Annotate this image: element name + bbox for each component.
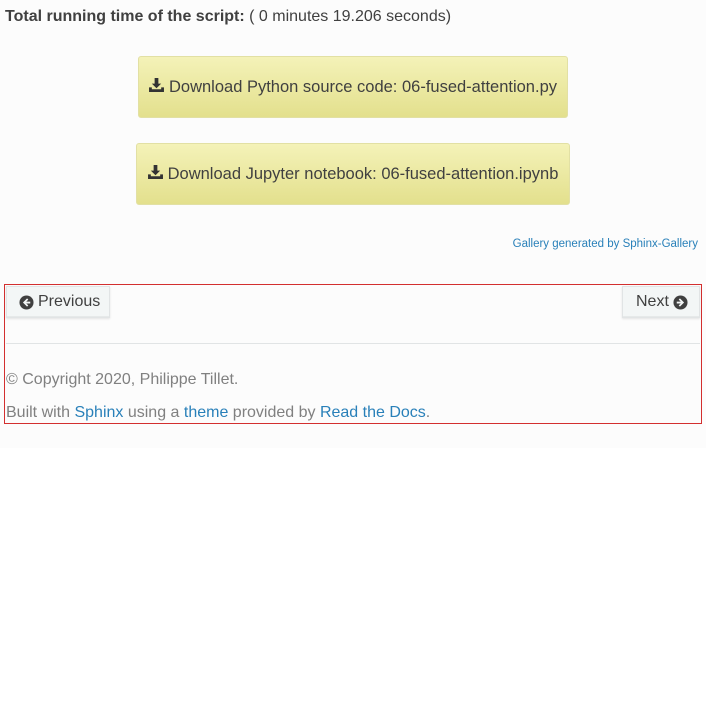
download-icon	[147, 165, 163, 179]
download-notebook-button[interactable]: Download Jupyter notebook: 06-fused-atte…	[136, 143, 570, 205]
runtime-text: Total running time of the script: ( 0 mi…	[5, 8, 451, 26]
copyright-text: © Copyright 2020, Philippe Tillet.	[6, 371, 239, 388]
previous-button[interactable]: Previous	[6, 286, 110, 318]
theme-link[interactable]: theme	[184, 404, 228, 421]
download-python-button[interactable]: Download Python source code: 06-fused-at…	[138, 56, 568, 118]
next-label: Next	[636, 293, 669, 310]
period-text: .	[425, 404, 431, 421]
using-a-text: using a	[123, 404, 184, 421]
arrow-circle-left-icon	[19, 294, 34, 310]
built-with-text: Built with Sphinx using a theme provided…	[6, 404, 430, 422]
footer-divider	[6, 343, 700, 344]
footer: Previous Next © Copyright 2020, Philippe…	[4, 284, 702, 424]
sphinx-link[interactable]: Sphinx	[74, 404, 123, 421]
download-notebook-label: Download Jupyter notebook: 06-fused-atte…	[167, 164, 559, 183]
download-python-label: Download Python source code: 06-fused-at…	[169, 77, 557, 96]
runtime-value: ( 0 minutes 19.206 seconds)	[244, 8, 452, 25]
gallery-credit-link[interactable]: Gallery generated by Sphinx-Gallery	[513, 238, 698, 250]
runtime-label: Total running time of the script:	[5, 8, 245, 25]
next-button[interactable]: Next	[622, 286, 700, 318]
built-with-prefix: Built with	[6, 404, 75, 421]
page-content: Total running time of the script: ( 0 mi…	[0, 0, 706, 448]
download-icon	[149, 78, 164, 92]
arrow-circle-right-icon	[673, 294, 688, 310]
read-the-docs-link[interactable]: Read the Docs	[320, 404, 426, 421]
provided-by-text: provided by	[228, 404, 320, 421]
previous-label: Previous	[38, 293, 101, 310]
